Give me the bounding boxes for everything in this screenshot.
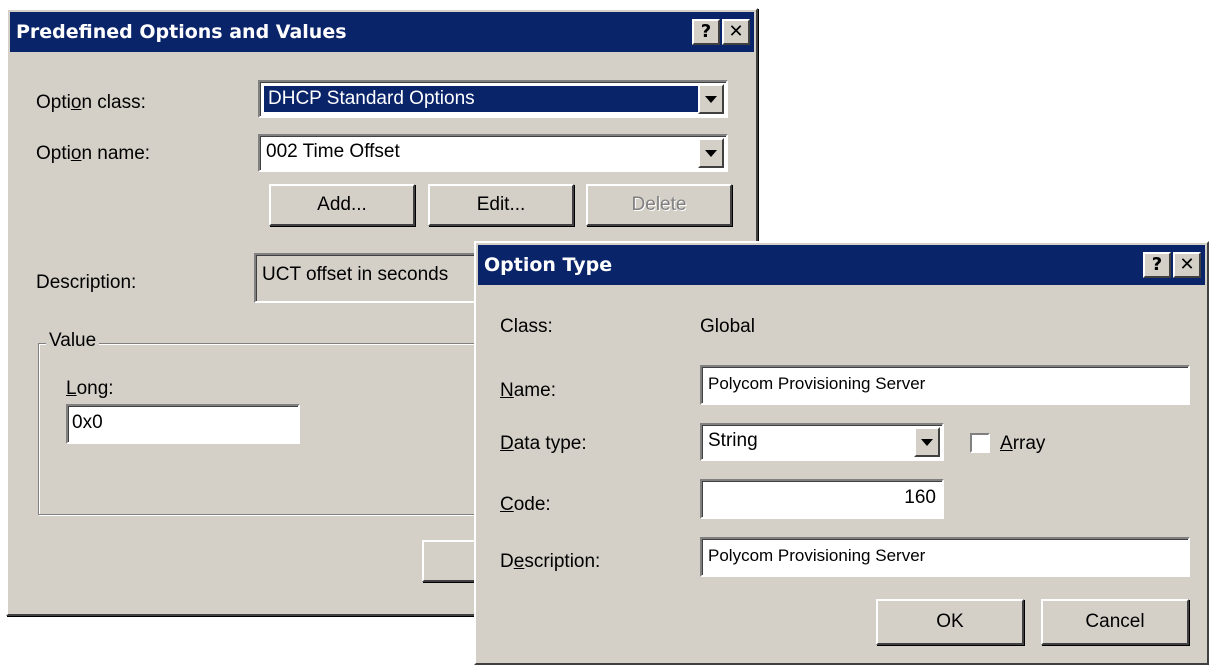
- class-label: Class:: [500, 316, 553, 337]
- dialog-title-bar: Predefined Options and Values ? ✕: [10, 12, 754, 52]
- data-type-value: String: [708, 430, 758, 451]
- edit-button[interactable]: Edit...: [428, 184, 574, 226]
- option-class-label: Option class:: [36, 92, 146, 113]
- dialog-title: Predefined Options and Values: [16, 21, 347, 43]
- name-value: Polycom Provisioning Server: [708, 374, 926, 393]
- long-value: 0x0: [72, 412, 103, 433]
- code-value: 160: [904, 487, 936, 508]
- chevron-down-icon[interactable]: [698, 84, 724, 114]
- cancel-button[interactable]: Cancel: [1041, 599, 1189, 645]
- description-input[interactable]: Polycom Provisioning Server: [700, 537, 1190, 577]
- description-label: Description:: [36, 272, 137, 293]
- option-name-label: Option name:: [36, 143, 151, 164]
- long-label: Long:: [66, 378, 114, 399]
- option-type-dialog: Option Type ? ✕ Class: Global Name: Poly…: [474, 241, 1209, 665]
- data-type-label: Data type:: [500, 433, 587, 454]
- close-button[interactable]: ✕: [722, 19, 750, 45]
- array-label: Array: [1000, 433, 1046, 454]
- help-icon: ?: [1151, 254, 1163, 275]
- edit-button-label: Edit...: [476, 194, 526, 215]
- long-input[interactable]: 0x0: [66, 404, 300, 444]
- array-checkbox[interactable]: [970, 433, 990, 453]
- option-class-value: DHCP Standard Options: [264, 86, 722, 112]
- option-name-value: 002 Time Offset: [266, 141, 400, 162]
- close-icon: ✕: [728, 21, 744, 42]
- class-value: Global: [700, 316, 755, 337]
- option-type-title-bar: Option Type ? ✕: [478, 245, 1205, 285]
- chevron-down-icon[interactable]: [698, 138, 724, 168]
- delete-button[interactable]: Delete: [586, 184, 732, 226]
- name-label: Name:: [500, 380, 556, 401]
- add-button-label: Add...: [317, 194, 367, 215]
- add-button[interactable]: Add...: [269, 184, 415, 226]
- help-button[interactable]: ?: [692, 19, 720, 45]
- data-type-combo[interactable]: String: [700, 423, 944, 461]
- name-input[interactable]: Polycom Provisioning Server: [700, 365, 1190, 405]
- description-label: Description:: [500, 551, 601, 572]
- help-button[interactable]: ?: [1143, 252, 1171, 278]
- option-name-combo[interactable]: 002 Time Offset: [258, 134, 728, 172]
- code-input[interactable]: 160: [700, 479, 944, 519]
- value-group-title: Value: [46, 330, 100, 352]
- close-icon: ✕: [1179, 254, 1195, 275]
- option-class-combo[interactable]: DHCP Standard Options: [258, 80, 728, 118]
- chevron-down-icon[interactable]: [914, 427, 940, 457]
- close-button[interactable]: ✕: [1173, 252, 1201, 278]
- ok-button-label: OK: [936, 611, 964, 632]
- description-value: UCT offset in seconds: [262, 264, 449, 285]
- ok-button[interactable]: OK: [876, 599, 1024, 645]
- code-label: Code:: [500, 494, 551, 515]
- option-type-title: Option Type: [484, 254, 613, 276]
- cancel-button-label: Cancel: [1085, 611, 1145, 632]
- help-icon: ?: [700, 21, 712, 42]
- description-value: Polycom Provisioning Server: [708, 546, 926, 565]
- delete-button-label: Delete: [631, 194, 687, 215]
